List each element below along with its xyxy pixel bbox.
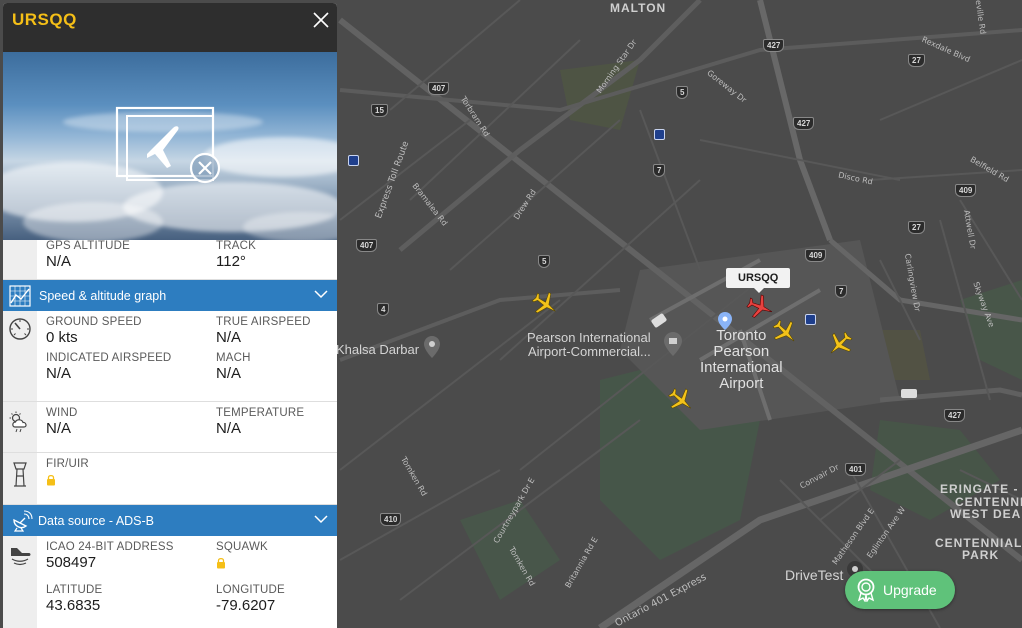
- place-park: PARK: [962, 548, 1000, 562]
- upgrade-button[interactable]: Upgrade: [845, 571, 955, 609]
- airport-label-line-4: Airport: [719, 375, 764, 392]
- highway-shield: 409: [805, 249, 827, 262]
- upgrade-label: Upgrade: [883, 582, 937, 598]
- weather-icon: [9, 411, 27, 433]
- squawk-label: SQUAWK: [216, 541, 268, 553]
- lock-icon[interactable]: [216, 557, 226, 569]
- place-west-deane: WEST DEANE: [950, 507, 1022, 521]
- indicated-airspeed-value: N/A: [46, 365, 72, 382]
- ground-speed-label: GROUND SPEED: [46, 316, 142, 328]
- highway-shield: 410: [380, 513, 402, 526]
- altitude-track-row: GPS ALTITUDE N/A TRACK 112°: [3, 240, 337, 280]
- longitude-label: LONGITUDE: [216, 584, 285, 596]
- latitude-label: LATITUDE: [46, 584, 103, 596]
- track-value: 112°: [216, 253, 246, 270]
- indicated-airspeed-label: INDICATED AIRSPEED: [46, 352, 172, 364]
- speedometer-icon: [9, 318, 31, 340]
- lock-icon[interactable]: [46, 474, 56, 486]
- wind-value: N/A: [46, 420, 72, 437]
- fir-uir-row: FIR/UIR: [3, 453, 337, 505]
- highway-shield: 427: [793, 117, 815, 130]
- poi-drivetest[interactable]: DriveTest: [785, 568, 843, 582]
- transit-station-icon: [654, 129, 665, 140]
- mach-label: MACH: [216, 352, 251, 364]
- true-airspeed-value: N/A: [216, 329, 242, 346]
- landmark-pin-icon: [664, 332, 682, 356]
- flight-details-panel: URSQQ GPS ALTITUDE N/A TRACK 112° Speed …: [3, 3, 337, 628]
- true-airspeed-label: TRUE AIRSPEED: [216, 316, 311, 328]
- poi-khalsa-darbar[interactable]: Khalsa Darbar: [336, 343, 419, 357]
- panel-header: URSQQ: [3, 3, 337, 52]
- highway-shield: 427: [763, 39, 785, 52]
- fir-uir-label: FIR/UIR: [46, 458, 89, 470]
- temperature-label: TEMPERATURE: [216, 407, 305, 419]
- speed-row: GROUND SPEED 0 kts TRUE AIRSPEED N/A IND…: [3, 311, 337, 402]
- speed-altitude-graph-title: Speed & altitude graph: [39, 288, 167, 303]
- transit-station-icon: [805, 314, 816, 325]
- data-source-row: ICAO 24-BIT ADDRESS 508497 SQUAWK LATITU…: [3, 536, 337, 628]
- flight-callsign-title: URSQQ: [12, 10, 77, 29]
- highway-shield: 407: [428, 82, 450, 95]
- mach-value: N/A: [216, 365, 242, 382]
- no-aircraft-photo-icon: [115, 106, 221, 184]
- place-malton: MALTON: [610, 1, 667, 15]
- icao-address-value: 508497: [46, 554, 97, 571]
- airport-label-line-3: International: [700, 359, 783, 376]
- gps-altitude-value: N/A: [46, 253, 72, 270]
- chevron-down-icon: [314, 515, 328, 524]
- speed-altitude-graph-toggle[interactable]: Speed & altitude graph: [3, 280, 337, 311]
- poi-pearson-commercial-1[interactable]: Pearson International: [527, 331, 651, 345]
- airport-label-line-2: Pearson: [713, 343, 770, 360]
- highway-shield: 27: [908, 221, 925, 234]
- latitude-value: 43.6835: [46, 597, 101, 614]
- control-tower-icon: [13, 462, 27, 487]
- award-icon: [857, 578, 875, 602]
- highway-shield: 409: [955, 184, 977, 197]
- wind-label: WIND: [46, 407, 78, 419]
- data-source-toggle[interactable]: Data source - ADS-B: [3, 505, 337, 536]
- longitude-value: -79.6207: [216, 597, 276, 614]
- aircraft-photo: [3, 52, 337, 240]
- close-icon[interactable]: [312, 11, 330, 29]
- temperature-value: N/A: [216, 420, 242, 437]
- highway-shield: 427: [944, 409, 966, 422]
- transponder-icon: [11, 548, 31, 566]
- weather-row: WIND N/A TEMPERATURE N/A: [3, 402, 337, 453]
- icao-address-label: ICAO 24-BIT ADDRESS: [46, 541, 174, 553]
- satellite-dish-icon: [13, 509, 33, 532]
- ground-vehicle-icon[interactable]: [901, 389, 917, 398]
- selected-aircraft-callout[interactable]: URSQQ: [726, 268, 791, 293]
- gps-altitude-label: GPS ALTITUDE: [46, 240, 130, 252]
- highway-shield: 407: [356, 239, 378, 252]
- place-eringate: ERINGATE -: [940, 482, 1019, 496]
- highway-shield: 401: [845, 463, 867, 476]
- track-label: TRACK: [216, 240, 256, 252]
- transit-station-icon: [348, 155, 359, 166]
- chevron-down-icon: [314, 290, 328, 299]
- highway-shield: 27: [908, 54, 925, 67]
- place-of-worship-icon: [424, 336, 440, 358]
- graph-grid-icon: [9, 284, 31, 307]
- highway-shield: 15: [371, 104, 388, 117]
- row-gutter: [3, 240, 37, 279]
- data-source-title: Data source - ADS-B: [38, 513, 155, 528]
- poi-pearson-commercial-2[interactable]: Airport-Commercial...: [528, 345, 651, 359]
- ground-speed-value: 0 kts: [46, 329, 78, 346]
